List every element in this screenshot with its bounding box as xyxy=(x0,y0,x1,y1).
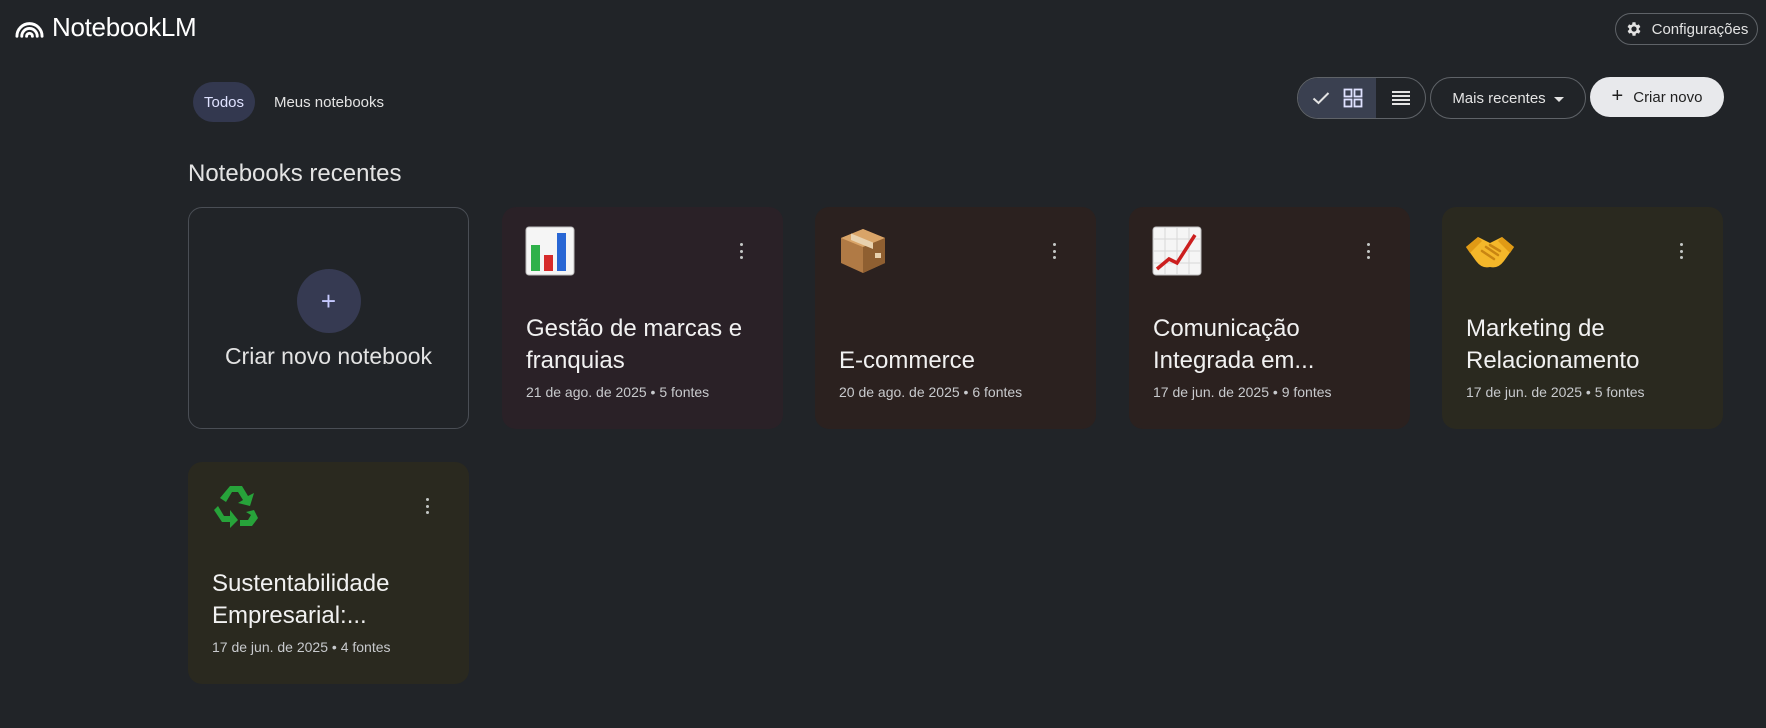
notebook-meta: 17 de jun. de 2025 • 4 fontes xyxy=(212,639,391,655)
tab-my-notebooks-label: Meus notebooks xyxy=(273,93,385,111)
more-options-icon[interactable] xyxy=(739,243,743,259)
notebook-title: Gestão de marcas e franquias xyxy=(526,315,743,374)
meta-separator: • xyxy=(646,384,660,400)
notebook-meta: 20 de ago. de 2025 • 6 fontes xyxy=(839,384,1022,400)
notebook-sources: 9 fontes xyxy=(1281,384,1332,400)
notebook-date: 17 de jun. de 2025 xyxy=(1466,384,1582,400)
meta-separator: • xyxy=(959,384,973,400)
sort-label: Mais recentes xyxy=(1452,89,1546,107)
notebook-date: 20 de ago. de 2025 xyxy=(839,384,960,400)
more-options-icon[interactable] xyxy=(1052,243,1056,259)
create-new-button[interactable]: + Criar novo xyxy=(1590,77,1724,117)
tab-all-label: Todos xyxy=(203,93,245,111)
grid-icon xyxy=(1343,88,1362,108)
add-icon: + xyxy=(296,269,361,333)
handshake-icon xyxy=(1466,237,1514,268)
package-icon xyxy=(841,229,885,273)
view-mode-toggle xyxy=(1297,77,1426,119)
meta-separator: • xyxy=(1269,384,1282,400)
notebook-card[interactable]: Marketing de Relacionamento 17 de jun. d… xyxy=(1442,207,1723,429)
notebooklm-logo-icon xyxy=(15,22,44,38)
check-icon xyxy=(1312,92,1329,105)
more-options-icon[interactable] xyxy=(1366,243,1370,259)
list-view-button[interactable] xyxy=(1376,78,1425,118)
notebook-sources: 6 fontes xyxy=(972,384,1023,400)
notebook-date: 17 de jun. de 2025 xyxy=(212,639,328,655)
meta-separator: • xyxy=(1582,384,1595,400)
notebook-title: Sustentabilidade Empresarial:... xyxy=(212,570,390,629)
tab-all[interactable]: Todos xyxy=(193,82,255,122)
bar-chart-icon xyxy=(525,226,575,276)
meta-separator: • xyxy=(328,639,341,655)
notebook-meta: 21 de ago. de 2025 • 5 fontes xyxy=(526,384,709,400)
gear-icon xyxy=(1627,22,1641,36)
create-notebook-label: Criar novo notebook xyxy=(224,343,433,369)
notebook-title: Marketing de Relacionamento xyxy=(1466,315,1640,374)
notebook-meta: 17 de jun. de 2025 • 5 fontes xyxy=(1466,384,1645,400)
notebook-card[interactable]: Comunicação Integrada em... 17 de jun. d… xyxy=(1129,207,1410,429)
app-title: NotebookLM xyxy=(52,12,197,42)
caret-down-icon xyxy=(1553,96,1564,102)
notebook-card[interactable]: Sustentabilidade Empresarial:... 17 de j… xyxy=(188,462,469,684)
notebook-sources: 4 fontes xyxy=(340,639,391,655)
settings-label: Configurações xyxy=(1651,20,1749,38)
notebook-meta: 17 de jun. de 2025 • 9 fontes xyxy=(1153,384,1332,400)
grid-view-button[interactable] xyxy=(1298,78,1376,118)
section-title: Notebooks recentes xyxy=(188,160,402,187)
app-root: NotebookLM Configurações Todos Meus note… xyxy=(0,0,1766,728)
sort-dropdown[interactable]: Mais recentes xyxy=(1430,77,1586,119)
notebook-title: Comunicação Integrada em... xyxy=(1153,315,1315,374)
notebook-sources: 5 fontes xyxy=(1594,384,1645,400)
app-logo[interactable]: NotebookLM xyxy=(15,12,197,43)
notebook-date: 17 de jun. de 2025 xyxy=(1153,384,1269,400)
notebook-date: 21 de ago. de 2025 xyxy=(526,384,647,400)
more-options-icon[interactable] xyxy=(425,498,429,514)
list-icon xyxy=(1391,91,1410,105)
create-notebook-card[interactable]: + Criar novo notebook xyxy=(188,207,469,429)
plus-icon: + xyxy=(1611,85,1624,107)
recycle-icon xyxy=(214,486,258,528)
more-options-icon[interactable] xyxy=(1679,243,1683,259)
chart-increasing-icon xyxy=(1152,226,1202,276)
notebook-title: E-commerce xyxy=(839,347,976,374)
tab-my-notebooks[interactable]: Meus notebooks xyxy=(265,82,393,122)
create-new-label: Criar novo xyxy=(1633,88,1703,106)
notebook-card[interactable]: E-commerce 20 de ago. de 2025 • 6 fontes xyxy=(815,207,1096,429)
settings-button[interactable]: Configurações xyxy=(1615,13,1758,45)
notebook-card[interactable]: Gestão de marcas e franquias 21 de ago. … xyxy=(502,207,783,429)
notebook-sources: 5 fontes xyxy=(659,384,710,400)
